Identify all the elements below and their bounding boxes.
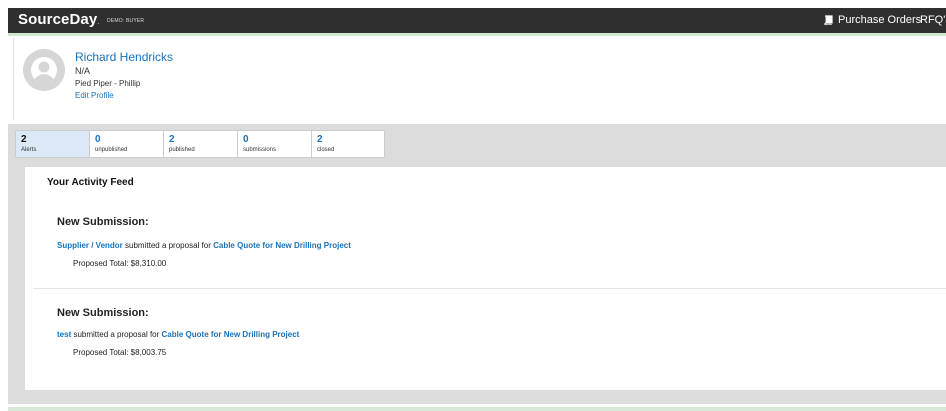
- profile-role: N/A: [75, 66, 91, 76]
- tab-alerts[interactable]: 2 Alerts: [15, 130, 89, 158]
- book-icon: [823, 15, 833, 25]
- tab-label: closed: [317, 147, 335, 153]
- brand-name: SourceDay: [18, 11, 98, 28]
- brand-logo[interactable]: SourceDay.: [18, 11, 99, 28]
- tab-count: 2: [21, 134, 27, 145]
- avatar: [23, 49, 65, 91]
- rfq-link[interactable]: Cable Quote for New Drilling Project: [213, 241, 351, 250]
- actor-link[interactable]: test: [57, 330, 71, 339]
- tab-label: submissions: [243, 147, 277, 153]
- tab-label: Alerts: [21, 147, 37, 153]
- environment-label: DEMO: BUYER: [107, 18, 145, 24]
- profile-card: Richard Hendricks N/A Pied Piper - Phill…: [13, 38, 946, 120]
- rfq-link[interactable]: Cable Quote for New Drilling Project: [162, 330, 300, 339]
- actor-link[interactable]: Supplier / Vendor: [57, 241, 123, 250]
- profile-company: Pied Piper - Phillip: [75, 79, 141, 88]
- tab-submissions[interactable]: 0 submissions: [237, 130, 311, 158]
- top-navigation-bar: SourceDay. DEMO: BUYER Purchase Orders R…: [8, 8, 946, 33]
- entry-heading: New Submission:: [57, 216, 149, 228]
- tab-unpublished[interactable]: 0 unpublished: [89, 130, 163, 158]
- proposed-total: Proposed Total: $8,003.75: [73, 348, 167, 357]
- header-accent-line: [8, 33, 946, 36]
- activity-feed-title: Your Activity Feed: [47, 177, 134, 188]
- footer-accent-line: [8, 407, 946, 411]
- entry-divider: [33, 288, 946, 289]
- tab-count: 0: [243, 134, 249, 145]
- entry-action: submitted a proposal for: [73, 330, 160, 339]
- profile-name-link[interactable]: Richard Hendricks: [75, 50, 173, 64]
- proposed-total: Proposed Total: $8,310.00: [73, 259, 167, 268]
- entry-heading: New Submission:: [57, 307, 149, 319]
- nav-purchase-orders-label: Purchase Orders: [838, 14, 922, 26]
- nav-purchase-orders[interactable]: Purchase Orders: [823, 14, 921, 26]
- entry-action: submitted a proposal for: [125, 241, 211, 250]
- nav-rfqs[interactable]: RFQ's: [920, 14, 946, 26]
- tab-closed[interactable]: 2 closed: [311, 130, 385, 158]
- brand-mark: .: [97, 19, 100, 26]
- entry-description: Supplier / Vendor submitted a proposal f…: [57, 241, 351, 250]
- tab-count: 2: [317, 134, 323, 145]
- status-tabs: 2 Alerts 0 unpublished 2 published 0 sub…: [15, 130, 385, 158]
- entry-description: test submitted a proposal for Cable Quot…: [57, 330, 299, 339]
- tab-label: unpublished: [95, 147, 128, 153]
- user-silhouette-icon: [23, 49, 65, 91]
- tab-count: 0: [95, 134, 101, 145]
- tab-count: 2: [169, 134, 175, 145]
- tab-published[interactable]: 2 published: [163, 130, 237, 158]
- tab-label: published: [169, 147, 195, 153]
- activity-feed: Your Activity Feed New Submission: Suppl…: [25, 167, 946, 390]
- edit-profile-link[interactable]: Edit Profile: [75, 91, 114, 100]
